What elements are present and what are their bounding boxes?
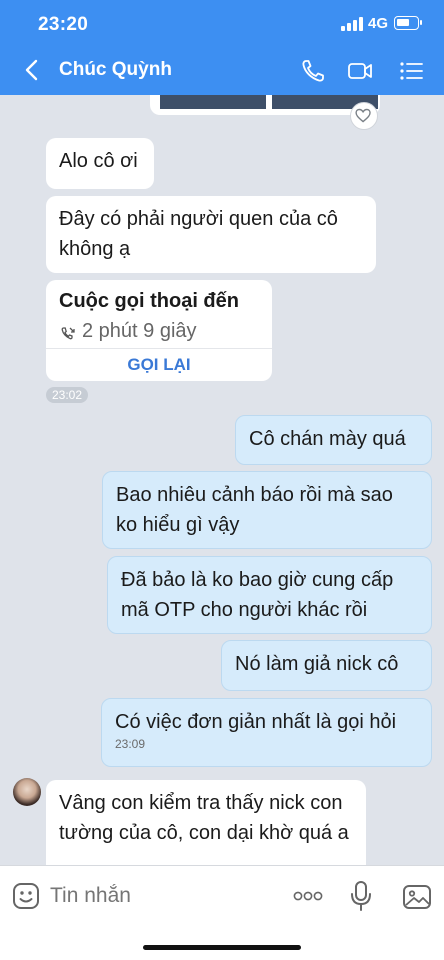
outgoing-message[interactable]: Nó làm giả nick cô [221, 640, 432, 691]
phone-icon[interactable] [299, 57, 327, 85]
sticker-icon[interactable] [11, 881, 41, 911]
timestamp-badge: 23:02 [46, 387, 89, 403]
video-icon[interactable] [346, 57, 374, 85]
more-icon[interactable] [293, 890, 323, 902]
network-label: 4G [368, 15, 389, 32]
incoming-message[interactable]: Đây có phải người quen của cô không ạ [46, 196, 376, 273]
incoming-message[interactable]: Vâng con kiểm tra thấy nick con tường củ… [46, 780, 366, 870]
back-icon[interactable] [18, 56, 46, 84]
status-bar: 23:20 4G [0, 0, 444, 46]
nav-row: Chúc Quỳnh [0, 46, 444, 95]
call-card[interactable]: Cuộc gọi thoại đến 2 phút 9 giây GỌI LẠI [46, 280, 272, 381]
message-input[interactable] [50, 879, 280, 913]
call-back-button[interactable]: GỌI LẠI [46, 351, 272, 379]
status-time: 23:20 [38, 14, 89, 35]
contact-name[interactable]: Chúc Quỳnh [59, 59, 172, 81]
outgoing-message[interactable]: Có việc đơn giản nhất là gọi hỏi 23:09 [101, 698, 432, 767]
signal-icon [341, 17, 363, 31]
outgoing-message[interactable]: Cô chán mày quá [235, 415, 432, 465]
chat-area[interactable]: Alo cô ơi Đây có phải người quen của cô … [0, 95, 444, 870]
battery-icon [394, 16, 422, 30]
image-message[interactable] [150, 95, 380, 115]
outgoing-message[interactable]: Bao nhiêu cảnh báo rồi mà sao ko hiểu gì… [102, 471, 432, 549]
message-time: 23:09 [115, 737, 146, 751]
phone-incoming-icon [61, 327, 75, 340]
react-button[interactable] [350, 102, 378, 130]
header-bar: 23:20 4G Chúc Quỳnh [0, 0, 444, 95]
call-divider [46, 348, 272, 349]
call-duration: 2 phút 9 giây [82, 320, 197, 342]
heart-icon [355, 108, 371, 123]
message-text: Có việc đơn giản nhất là gọi hỏi [115, 711, 397, 733]
incoming-message[interactable]: Alo cô ơi [46, 138, 154, 189]
mic-icon[interactable] [349, 880, 373, 912]
outgoing-message[interactable]: Đã bảo là ko bao giờ cung cấp mã OTP cho… [107, 556, 432, 634]
call-title: Cuộc gọi thoại đến [59, 290, 239, 312]
home-indicator [143, 945, 301, 950]
image-icon[interactable] [402, 884, 432, 910]
menu-icon[interactable] [397, 57, 425, 85]
image-thumbnail[interactable] [160, 95, 266, 109]
avatar[interactable] [13, 778, 41, 806]
